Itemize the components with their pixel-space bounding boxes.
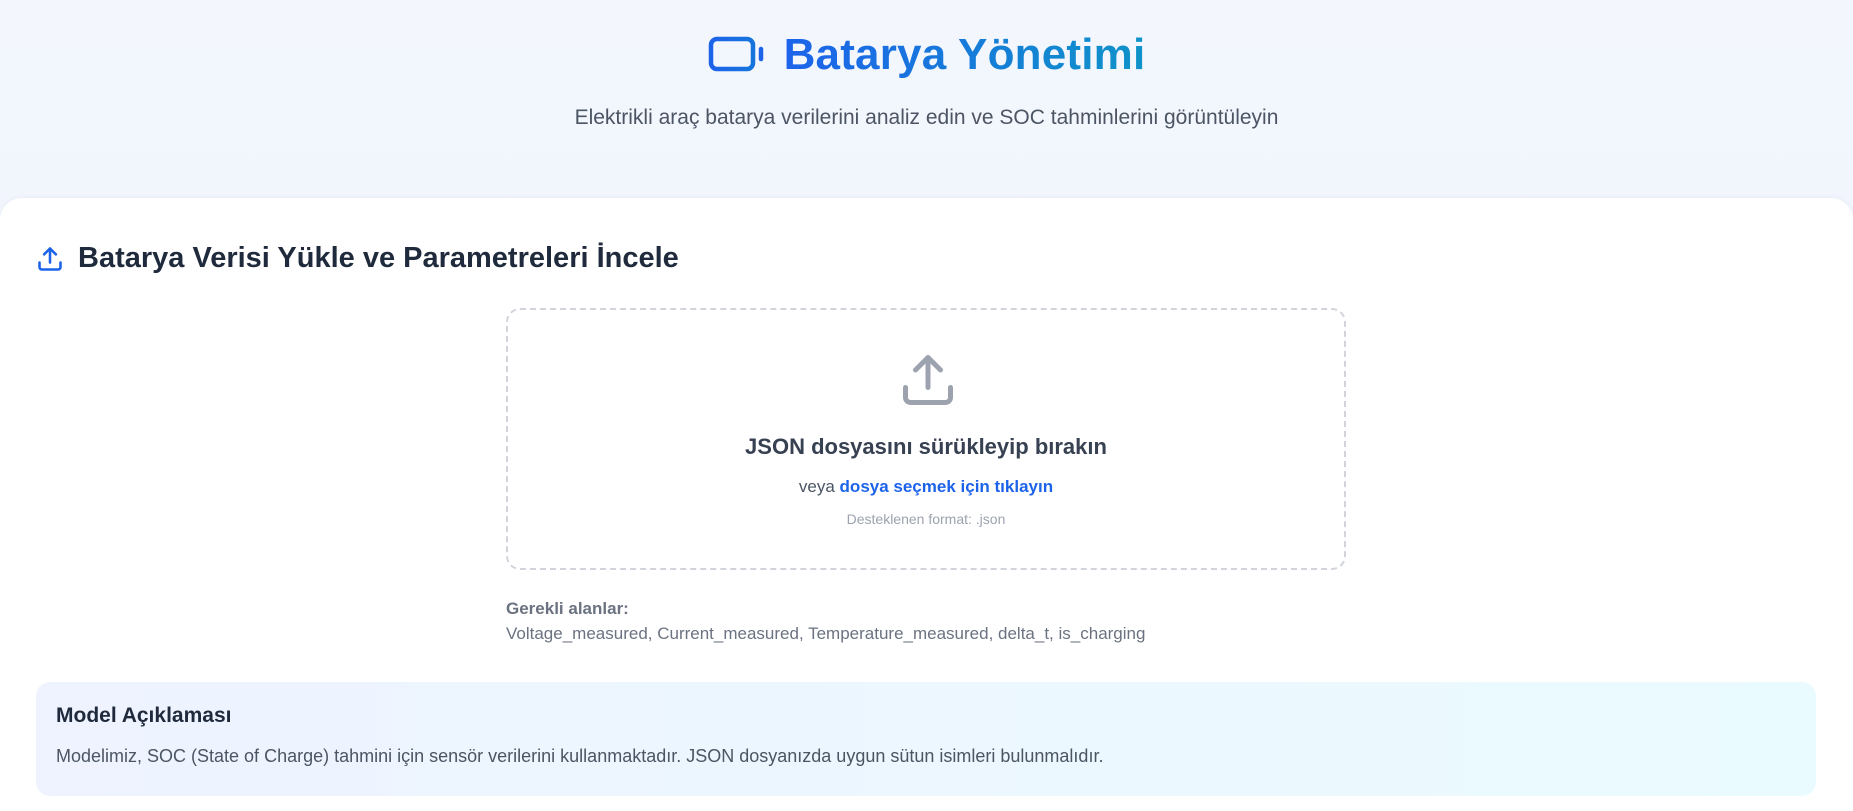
file-dropzone[interactable]: JSON dosyasını sürükleyip bırakın veya d… [506, 308, 1346, 570]
required-fields-label: Gerekli alanlar: [506, 599, 629, 618]
main-card: Batarya Verisi Yükle ve Parametreleri İn… [0, 198, 1853, 811]
dropzone-alt-prefix: veya [798, 477, 835, 496]
dropzone-alt-text: veya dosya seçmek için tıklayın [508, 477, 1344, 497]
supported-format-note: Desteklenen format: .json [846, 511, 1006, 527]
page-subtitle: Elektrikli araç batarya verilerini anali… [574, 106, 1279, 129]
required-fields: Gerekli alanlar: Voltage_measured, Curre… [506, 596, 1145, 646]
upload-icon [898, 350, 958, 410]
choose-file-link[interactable]: dosya seçmek için tıklayın [840, 477, 1054, 496]
upload-section-header: Batarya Verisi Yükle ve Parametreleri İn… [36, 242, 679, 275]
page: Batarya Yönetimi Elektrikli araç batarya… [0, 0, 1853, 811]
section-title: Batarya Verisi Yükle ve Parametreleri İn… [78, 242, 679, 274]
required-fields-list: Voltage_measured, Current_measured, Temp… [506, 624, 1146, 643]
model-description-text: Modelimiz, SOC (State of Charge) tahmini… [56, 746, 1104, 766]
upload-icon [36, 245, 64, 273]
hero-title-row: Batarya Yönetimi [0, 26, 1853, 84]
model-description-box: Model Açıklaması Modelimiz, SOC (State o… [36, 682, 1816, 796]
hero-header: Batarya Yönetimi Elektrikli araç batarya… [0, 0, 1853, 198]
battery-icon [708, 35, 766, 75]
dropzone-title: JSON dosyasını sürükleyip bırakın [745, 434, 1107, 459]
model-description-title: Model Açıklaması [56, 704, 232, 727]
page-title: Batarya Yönetimi [784, 26, 1146, 84]
